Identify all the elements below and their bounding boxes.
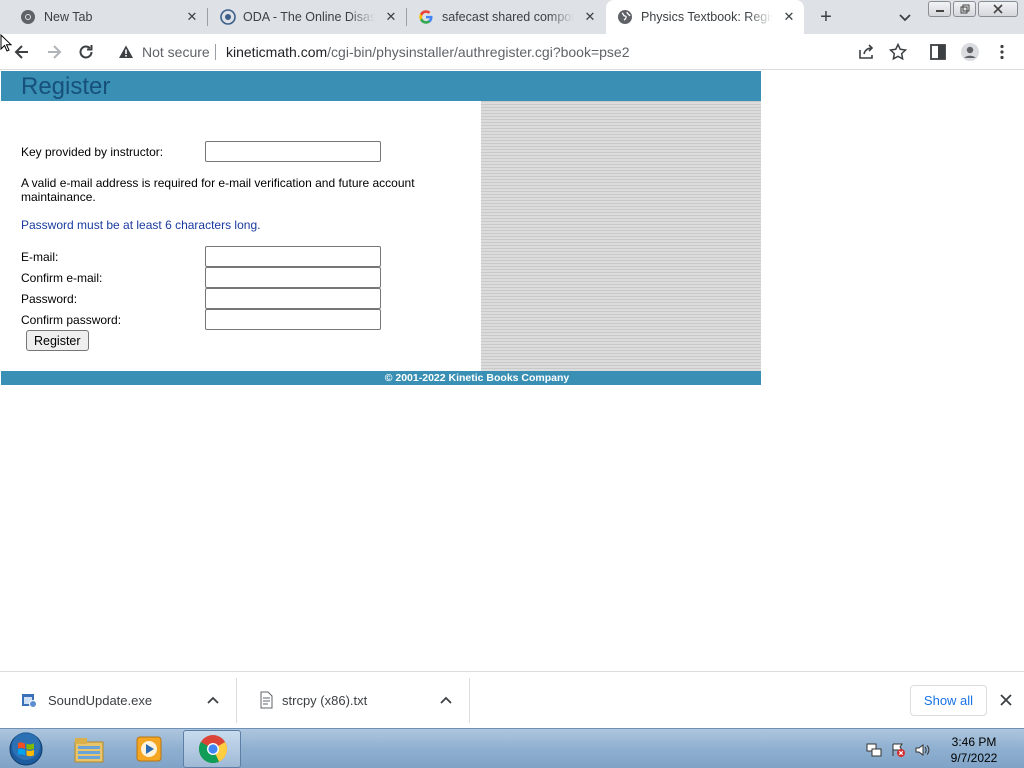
chrome-icon bbox=[198, 735, 228, 764]
downloads-shelf: SoundUpdate.exe strcpy (x86).txt Show al… bbox=[0, 671, 1024, 728]
tab-title: New Tab bbox=[44, 10, 93, 24]
page-content: Register Key provided by instructor: A v… bbox=[0, 71, 1024, 671]
google-icon bbox=[419, 10, 433, 24]
chrome-icon bbox=[21, 10, 35, 24]
footer-bar: © 2001-2022 Kinetic Books Company bbox=[1, 371, 761, 385]
tab-physics-textbook[interactable]: Physics Textbook: Register ✕ bbox=[606, 0, 804, 34]
mouse-cursor-icon bbox=[0, 34, 12, 52]
download-filename: SoundUpdate.exe bbox=[48, 693, 153, 708]
url-text[interactable]: kineticmath.com/cgi-bin/physinstaller/au… bbox=[226, 44, 630, 60]
close-window-button[interactable] bbox=[978, 1, 1018, 17]
side-panel-icon[interactable] bbox=[928, 42, 948, 62]
profile-avatar-icon[interactable] bbox=[960, 42, 980, 62]
clock-time: 3:46 PM bbox=[951, 735, 997, 749]
address-bar[interactable]: Not secure kineticmath.com/cgi-bin/physi… bbox=[108, 38, 918, 66]
bookmark-star-icon[interactable] bbox=[888, 42, 908, 62]
register-button[interactable]: Register bbox=[26, 330, 89, 351]
download-filename: strcpy (x86).txt bbox=[282, 693, 368, 708]
confirm-email-field[interactable] bbox=[205, 267, 381, 288]
restore-button[interactable] bbox=[953, 1, 976, 17]
new-tab-button[interactable]: + bbox=[816, 7, 836, 27]
taskbar-media-player[interactable] bbox=[121, 730, 179, 768]
browser-toolbar: Not secure kineticmath.com/cgi-bin/physi… bbox=[0, 34, 1024, 70]
minimize-icon bbox=[935, 10, 944, 12]
reload-icon[interactable] bbox=[76, 42, 96, 62]
register-form: Key provided by instructor: A valid e-ma… bbox=[21, 101, 471, 371]
password-field[interactable] bbox=[205, 288, 381, 309]
close-icon bbox=[993, 4, 1003, 14]
close-icon[interactable]: ✕ bbox=[383, 9, 399, 25]
email-label: E-mail: bbox=[21, 250, 59, 264]
close-icon[interactable]: ✕ bbox=[184, 9, 200, 25]
close-icon[interactable] bbox=[999, 693, 1013, 707]
confirm-password-label: Confirm password: bbox=[21, 313, 122, 327]
warning-icon[interactable] bbox=[118, 44, 134, 60]
clock-date: 9/7/2022 bbox=[950, 751, 998, 765]
system-clock[interactable]: 3:46 PM 9/7/2022 bbox=[940, 734, 1008, 766]
chevron-up-icon[interactable] bbox=[206, 694, 220, 708]
download-item[interactable]: SoundUpdate.exe bbox=[0, 672, 236, 729]
side-panel-pattern bbox=[481, 101, 761, 371]
media-player-icon bbox=[136, 736, 162, 762]
key-label: Key provided by instructor: bbox=[21, 145, 164, 159]
tab-title: ODA - The Online Disassembler bbox=[243, 10, 375, 24]
menu-dots-icon[interactable] bbox=[992, 42, 1012, 62]
email-info-text: A valid e-mail address is required for e… bbox=[21, 176, 415, 204]
security-label[interactable]: Not secure bbox=[142, 44, 210, 60]
back-arrow-icon[interactable] bbox=[12, 42, 32, 62]
volume-icon[interactable] bbox=[914, 742, 930, 758]
action-center-icon[interactable] bbox=[890, 742, 906, 758]
register-header-bar: Register bbox=[1, 71, 761, 101]
chevron-down-icon[interactable] bbox=[897, 9, 913, 25]
tab-safecast[interactable]: safecast shared components ✕ bbox=[407, 0, 605, 34]
tab-title: Physics Textbook: Register bbox=[641, 10, 773, 24]
tab-new-tab[interactable]: New Tab ✕ bbox=[0, 0, 205, 34]
network-icon[interactable] bbox=[866, 742, 882, 758]
confirm-email-label: Confirm e-mail: bbox=[21, 271, 103, 285]
globe-icon bbox=[220, 9, 236, 25]
instructor-key-input[interactable] bbox=[205, 141, 381, 162]
url-path: /cgi-bin/physinstaller/authregister.cgi?… bbox=[327, 44, 630, 60]
start-button-icon[interactable] bbox=[7, 731, 45, 767]
divider bbox=[469, 678, 470, 723]
password-note: Password must be at least 6 characters l… bbox=[21, 218, 261, 232]
restore-icon bbox=[960, 4, 969, 14]
exe-file-icon bbox=[22, 694, 37, 708]
show-all-button[interactable]: Show all bbox=[910, 685, 987, 716]
page-title: Register bbox=[21, 73, 111, 100]
globe-icon bbox=[618, 10, 632, 24]
taskbar-file-explorer[interactable] bbox=[60, 730, 118, 768]
text-file-icon bbox=[260, 691, 273, 709]
copyright-text: © 2001-2022 Kinetic Books Company bbox=[384, 372, 570, 384]
tab-oda[interactable]: ODA - The Online Disassembler ✕ bbox=[208, 0, 406, 34]
file-explorer-icon bbox=[74, 738, 104, 763]
forward-arrow-icon[interactable] bbox=[44, 42, 64, 62]
confirm-password-field[interactable] bbox=[205, 309, 381, 330]
tab-title: safecast shared components bbox=[442, 10, 574, 24]
minimize-button[interactable] bbox=[928, 1, 951, 17]
taskbar-chrome[interactable] bbox=[183, 730, 241, 768]
divider bbox=[215, 44, 216, 60]
tab-strip: New Tab ✕ ODA - The Online Disassembler … bbox=[0, 0, 1024, 34]
chevron-up-icon[interactable] bbox=[439, 694, 453, 708]
password-label: Password: bbox=[21, 292, 78, 306]
windows-taskbar: 3:46 PM 9/7/2022 bbox=[0, 728, 1024, 768]
share-icon[interactable] bbox=[856, 42, 876, 62]
download-item[interactable]: strcpy (x86).txt bbox=[237, 672, 469, 729]
url-host: kineticmath.com bbox=[226, 44, 328, 60]
close-icon[interactable]: ✕ bbox=[781, 9, 797, 25]
email-field[interactable] bbox=[205, 246, 381, 267]
close-icon[interactable]: ✕ bbox=[582, 9, 598, 25]
